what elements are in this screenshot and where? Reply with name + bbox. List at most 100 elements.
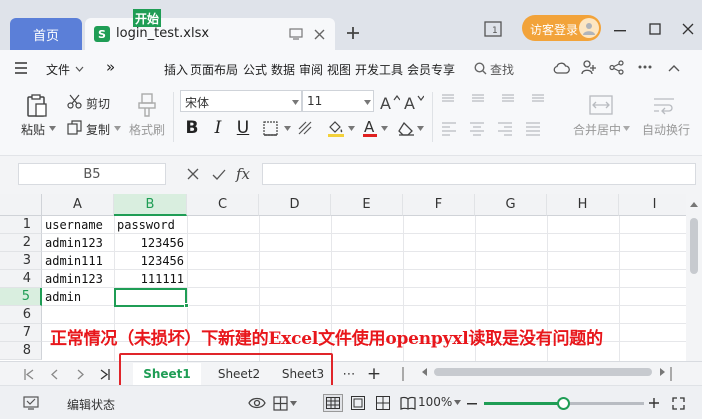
vertical-scrollbar[interactable] [686,194,702,361]
chevron-down-icon[interactable] [453,399,461,405]
row-header-3[interactable]: 3 [0,252,42,270]
menu-item-developer[interactable]: 开发工具 [355,61,403,78]
more-options-icon[interactable] [636,59,654,75]
splitter-handle[interactable] [670,367,672,381]
cell-a4[interactable]: admin123 [45,270,103,288]
copy-label[interactable]: 复制 [86,121,110,138]
menu-item-review[interactable]: 审阅 [299,61,323,78]
fill-color-icon[interactable] [326,118,346,138]
more-menu-chevron[interactable]: » [106,58,115,76]
increase-font-size-icon[interactable]: A [380,92,400,112]
font-size-select[interactable]: 11 [302,90,374,112]
confirm-entry-icon[interactable] [211,167,227,181]
first-sheet-icon[interactable] [18,362,40,386]
insert-function-button[interactable]: fx [236,165,250,183]
window-float-icon[interactable] [288,26,304,42]
window-layout-icon[interactable]: 1 [482,19,504,39]
chevron-down-icon[interactable] [622,125,630,131]
cut-icon[interactable] [66,93,82,109]
font-color-icon[interactable]: A [361,117,379,139]
cell-b4[interactable]: 111111 [114,270,184,288]
horizontal-scroll-thumb[interactable] [434,368,652,376]
column-header-a[interactable]: A [42,194,114,216]
column-header-b[interactable]: B [114,194,187,216]
share-icon[interactable] [607,59,625,75]
close-window-icon[interactable] [678,20,698,38]
reading-mode-icon[interactable] [398,394,418,412]
search-label[interactable]: 查找 [490,61,514,78]
add-sheet-button[interactable]: + [364,362,384,386]
copy-icon[interactable] [66,119,82,135]
horizontal-scrollbar[interactable] [418,365,668,379]
scroll-right-icon[interactable] [658,368,666,376]
cell-b1[interactable]: password [117,216,175,234]
eraser-icon[interactable] [396,119,416,137]
home-tab[interactable]: 首页 [10,18,82,50]
format-painter-label[interactable]: 格式刷 [129,121,165,138]
row-header-5[interactable]: 5 [0,288,42,306]
crosshair-icon[interactable] [272,395,288,411]
menu-item-data[interactable]: 数据 [271,61,295,78]
scroll-up-icon[interactable] [690,200,698,208]
close-tab-icon[interactable] [311,26,327,42]
page-break-view-icon[interactable] [373,394,393,412]
row-header-7[interactable]: 7 [0,324,42,342]
row-header-1[interactable]: 1 [0,216,42,234]
auto-wrap-icon[interactable] [652,94,676,116]
chevron-down-icon[interactable] [380,125,388,131]
chevron-down-icon[interactable] [416,125,424,131]
auto-wrap-label[interactable]: 自动换行 [642,121,698,138]
hamburger-menu-icon[interactable] [13,61,29,75]
active-cell-selection[interactable] [114,288,187,307]
chevron-down-icon[interactable] [347,125,355,131]
file-menu[interactable]: 文件 [46,61,70,78]
zoom-slider[interactable] [484,397,644,410]
fullscreen-icon[interactable] [670,395,686,411]
merge-center-icon[interactable] [588,94,614,116]
page-layout-view-icon[interactable] [348,394,368,412]
chevron-down-icon[interactable] [113,125,121,131]
search-icon[interactable] [473,61,487,75]
menu-item-insert[interactable]: 插入 [164,61,188,78]
column-header-f[interactable]: F [403,194,475,216]
minimize-icon[interactable] [610,22,630,40]
next-sheet-icon[interactable] [69,362,91,386]
macro-record-icon[interactable] [22,395,40,411]
cell-b3[interactable]: 123456 [114,252,184,270]
column-header-h[interactable]: H [547,194,619,216]
cloud-sync-icon[interactable] [552,59,570,75]
cell-a2[interactable]: admin123 [45,234,103,252]
menu-item-page-layout[interactable]: 页面布局 [190,61,238,78]
chevron-down-icon[interactable] [74,64,84,74]
scroll-left-icon[interactable] [420,368,428,376]
paste-label[interactable]: 粘贴 [21,121,45,138]
zoom-slider-knob[interactable] [557,397,570,410]
fill-diagonal-icon[interactable] [296,119,314,137]
menu-item-view[interactable]: 视图 [327,61,351,78]
last-sheet-icon[interactable] [94,362,116,386]
cell-a5[interactable]: admin [45,288,81,306]
collapse-ribbon-icon[interactable] [666,61,682,75]
fill-handle[interactable] [184,303,189,308]
column-header-d[interactable]: D [259,194,331,216]
underline-button[interactable]: U [233,118,253,138]
cell-a1[interactable]: username [45,216,103,234]
format-painter-icon[interactable] [134,92,160,118]
new-tab-button[interactable] [340,20,366,46]
chevron-down-icon[interactable] [289,400,297,406]
cut-label[interactable]: 剪切 [86,95,110,112]
paste-icon[interactable] [24,93,50,119]
visitor-login-button[interactable]: 访客登录 [522,15,601,41]
formula-input[interactable] [262,163,696,185]
menu-item-start[interactable]: 开始 [133,9,161,27]
maximize-icon[interactable] [645,20,665,38]
row-header-6[interactable]: 6 [0,306,42,324]
row-header-8[interactable]: 8 [0,342,42,360]
zoom-out-icon[interactable] [466,402,478,406]
cancel-entry-icon[interactable] [186,167,200,181]
vertical-scroll-thumb[interactable] [690,218,698,274]
row-header-2[interactable]: 2 [0,234,42,252]
zoom-in-icon[interactable] [648,397,660,409]
zoom-level[interactable]: 100% [418,395,452,409]
cell-a3[interactable]: admin111 [45,252,103,270]
